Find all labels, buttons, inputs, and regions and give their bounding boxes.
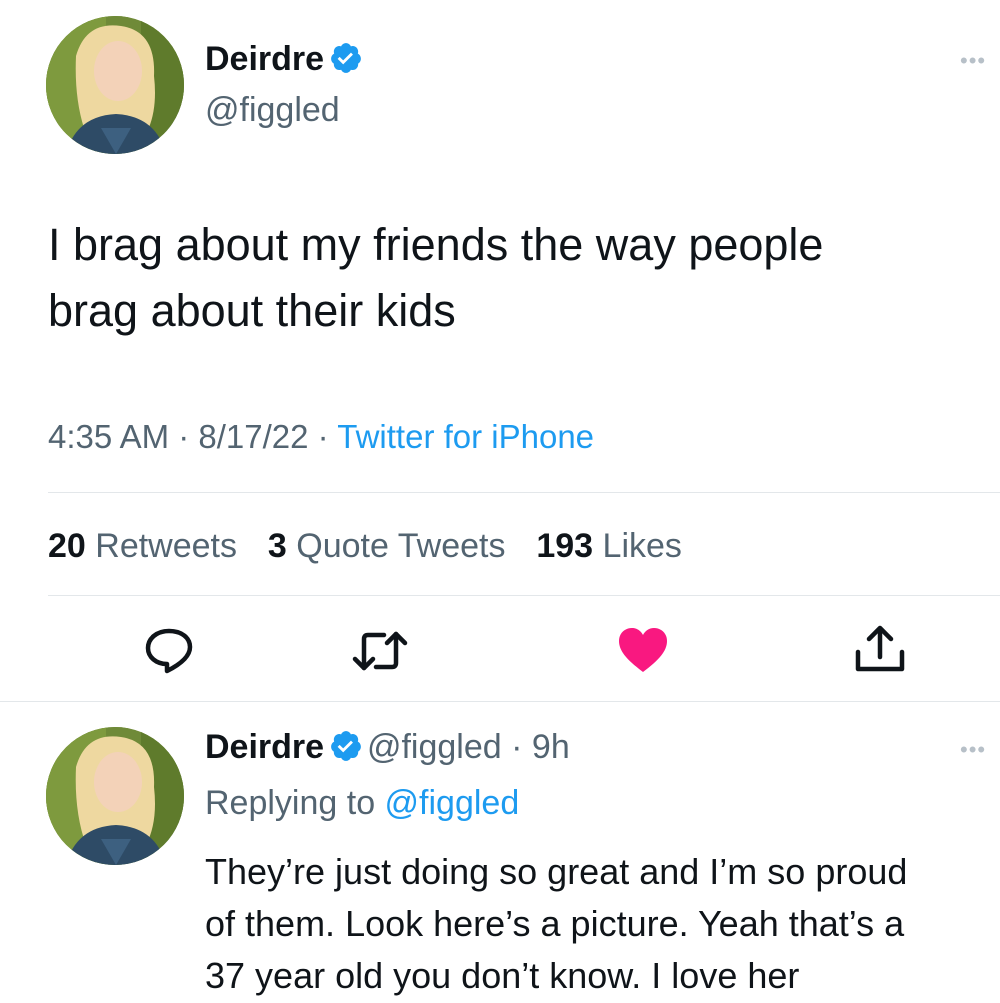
divider: [48, 595, 1000, 596]
reply-author-avatar[interactable]: [46, 727, 184, 865]
share-button[interactable]: [853, 624, 907, 674]
meta-separator: ·: [169, 418, 199, 455]
author-name-row[interactable]: Deirdre: [205, 40, 363, 79]
retweets-stat[interactable]: 20 Retweets: [48, 527, 237, 565]
quote-tweets-stat[interactable]: 3 Quote Tweets: [268, 527, 506, 565]
quote-tweets-label: Quote Tweets: [286, 527, 506, 565]
verified-badge-icon: [330, 43, 361, 73]
tweet-meta: 4:35 AM · 8/17/22 · Twitter for iPhone: [48, 418, 594, 456]
reply-text: They’re just doing so great and I’m so p…: [205, 846, 995, 1002]
quote-tweets-count: 3: [267, 527, 287, 565]
meta-separator: ·: [308, 418, 338, 455]
retweet-button[interactable]: [352, 628, 408, 674]
tweet-text: I brag about my friends the way people b…: [48, 212, 988, 344]
replying-to-prefix: Replying to: [205, 784, 385, 822]
reply-button[interactable]: [143, 626, 195, 674]
tweet-date[interactable]: 8/17/22: [198, 418, 308, 455]
reply-more-dots-icon[interactable]: •••: [960, 737, 986, 763]
divider: [0, 701, 1000, 702]
tweet-stats: 20 Retweets 3 Quote Tweets 193 Likes: [48, 527, 682, 566]
retweet-icon: [352, 631, 408, 671]
like-button[interactable]: [617, 626, 669, 674]
share-icon: [855, 625, 905, 672]
likes-label: Likes: [593, 527, 682, 565]
likes-stat[interactable]: 193 Likes: [536, 527, 682, 565]
divider: [48, 492, 1000, 493]
replying-to: Replying to @figgled: [205, 784, 519, 823]
heart-icon: [619, 628, 667, 672]
retweets-label: Retweets: [85, 527, 238, 565]
verified-badge-icon: [330, 731, 361, 761]
tweet-text-line: I brag about my friends the way people: [48, 219, 824, 270]
reply-author-handle[interactable]: @figgled: [367, 728, 502, 766]
reply-text-line: They’re just doing so great and I’m so p…: [205, 851, 908, 892]
reply-text-line: 37 year old you don’t know. I love her: [205, 955, 800, 996]
retweets-count: 20: [48, 527, 86, 565]
replying-to-handle-link[interactable]: @figgled: [385, 784, 520, 822]
author-name[interactable]: Deirdre: [205, 40, 324, 78]
tweet-text-line: brag about their kids: [48, 285, 456, 336]
likes-count: 193: [536, 527, 594, 565]
reply-text-line: of them. Look here’s a picture. Yeah tha…: [205, 903, 905, 944]
tweet-source-link[interactable]: Twitter for iPhone: [337, 418, 594, 455]
reply-header: Deirdre @figgled · 9h: [205, 728, 570, 767]
author-avatar[interactable]: [46, 16, 184, 154]
reply-time-separator: ·: [501, 728, 532, 766]
more-dots-icon[interactable]: •••: [960, 48, 986, 74]
reply-time[interactable]: 9h: [532, 728, 570, 766]
reply-icon: [145, 628, 193, 674]
author-handle[interactable]: @figgled: [205, 91, 340, 130]
tweet-time[interactable]: 4:35 AM: [48, 418, 169, 455]
reply-author-name[interactable]: Deirdre: [205, 728, 324, 766]
